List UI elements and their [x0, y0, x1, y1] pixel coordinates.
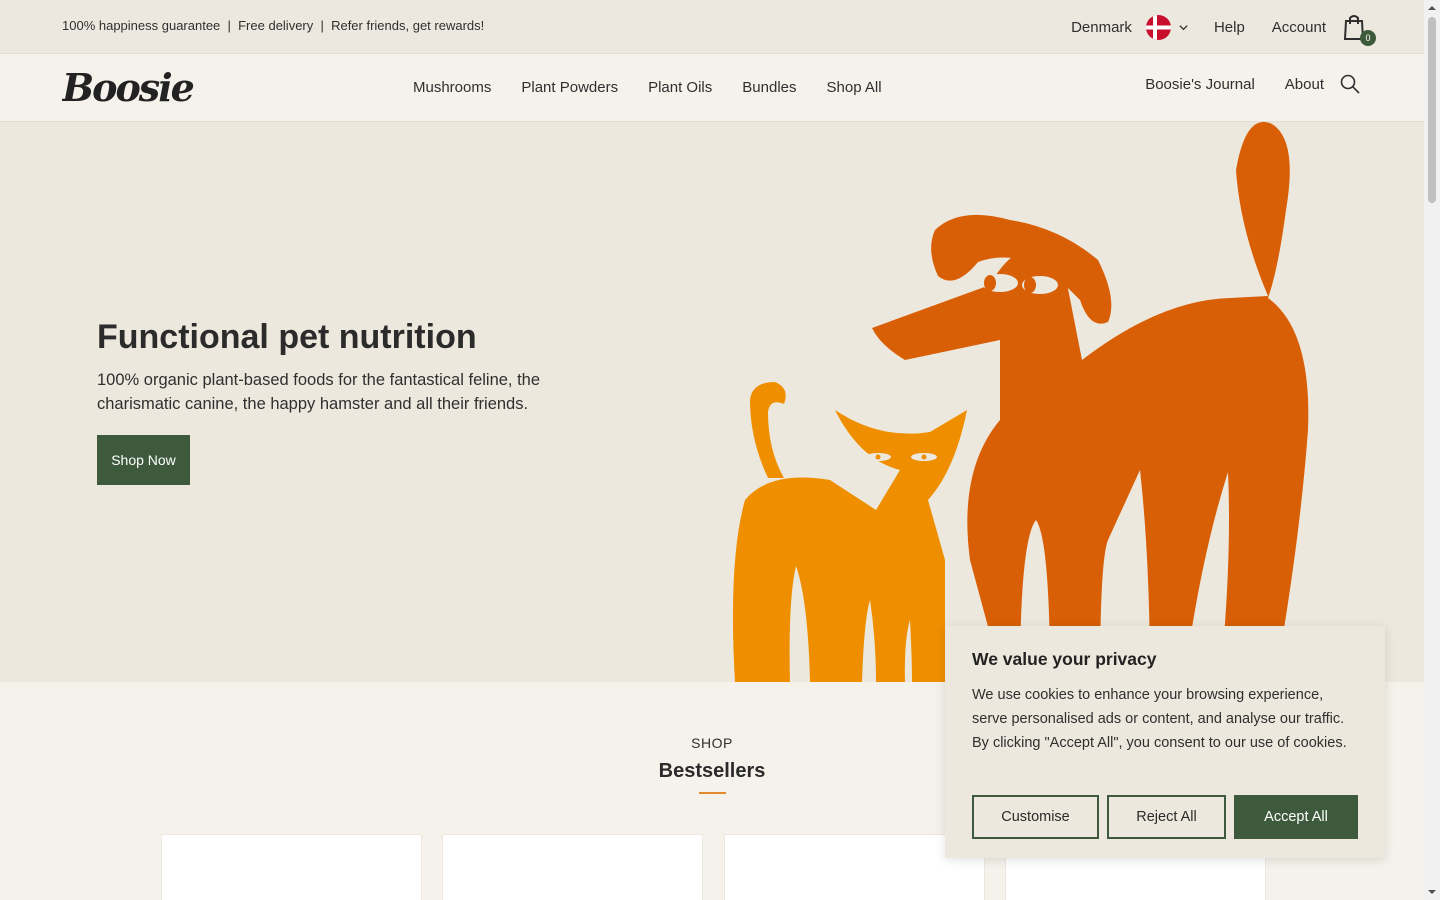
help-link[interactable]: Help	[1214, 19, 1245, 36]
account-link[interactable]: Account	[1272, 19, 1326, 36]
scroll-up-arrow-icon[interactable]	[1428, 4, 1436, 12]
chevron-down-icon	[1179, 24, 1188, 30]
secondary-nav: Boosie's Journal About	[1115, 74, 1360, 94]
main-nav: Mushrooms Plant Powders Plant Oils Bundl…	[413, 79, 912, 96]
hero-subtitle: 100% organic plant-based foods for the f…	[97, 371, 541, 413]
boosie-logo[interactable]: Boosie	[62, 68, 194, 108]
utility-nav: Denmark Help Account 0	[1071, 13, 1376, 46]
search-icon[interactable]	[1340, 74, 1360, 94]
hero-banner: Functional pet nutrition 100% organic pl…	[0, 122, 1424, 682]
cat-and-dog-illustration	[732, 122, 1309, 682]
announcement-bar: 100% happiness guarantee | Free delivery…	[0, 0, 1424, 54]
nav-shop-all[interactable]: Shop All	[827, 79, 882, 96]
cookie-consent-banner: We value your privacy We use cookies to …	[945, 626, 1385, 858]
cat-illustration	[732, 382, 967, 682]
cart-button[interactable]: 0	[1342, 13, 1376, 46]
nav-about[interactable]: About	[1285, 76, 1324, 93]
announcement-message: 100% happiness guarantee | Free delivery…	[62, 18, 485, 33]
shop-now-button[interactable]: Shop Now	[97, 435, 190, 485]
scroll-down-arrow-icon[interactable]	[1428, 888, 1436, 896]
page: 100% happiness guarantee | Free delivery…	[0, 0, 1424, 900]
product-card[interactable]	[161, 834, 422, 900]
page-scrollbar[interactable]	[1424, 0, 1440, 900]
customise-button[interactable]: Customise	[972, 795, 1099, 839]
cookie-title: We value your privacy	[972, 649, 1157, 669]
site-header: Boosie Mushrooms Plant Powders Plant Oil…	[0, 54, 1424, 122]
denmark-flag-icon	[1145, 14, 1171, 40]
nav-plant-powders[interactable]: Plant Powders	[521, 79, 618, 96]
section-divider	[699, 792, 726, 794]
product-card[interactable]	[442, 834, 703, 900]
cart-count-badge: 0	[1360, 30, 1376, 46]
scrollbar-thumb[interactable]	[1428, 17, 1436, 203]
reject-all-button[interactable]: Reject All	[1107, 795, 1226, 839]
svg-text:Boosie: Boosie	[62, 68, 194, 108]
nav-plant-oils[interactable]: Plant Oils	[648, 79, 712, 96]
country-selector[interactable]: Denmark	[1071, 14, 1189, 40]
accept-all-button[interactable]: Accept All	[1234, 795, 1358, 839]
nav-journal[interactable]: Boosie's Journal	[1145, 76, 1255, 93]
cookie-body: We use cookies to enhance your browsing …	[972, 687, 1347, 751]
country-label: Denmark	[1071, 18, 1132, 36]
nav-bundles[interactable]: Bundles	[742, 79, 796, 96]
nav-mushrooms[interactable]: Mushrooms	[413, 79, 491, 96]
hero-title: Functional pet nutrition	[97, 318, 477, 356]
